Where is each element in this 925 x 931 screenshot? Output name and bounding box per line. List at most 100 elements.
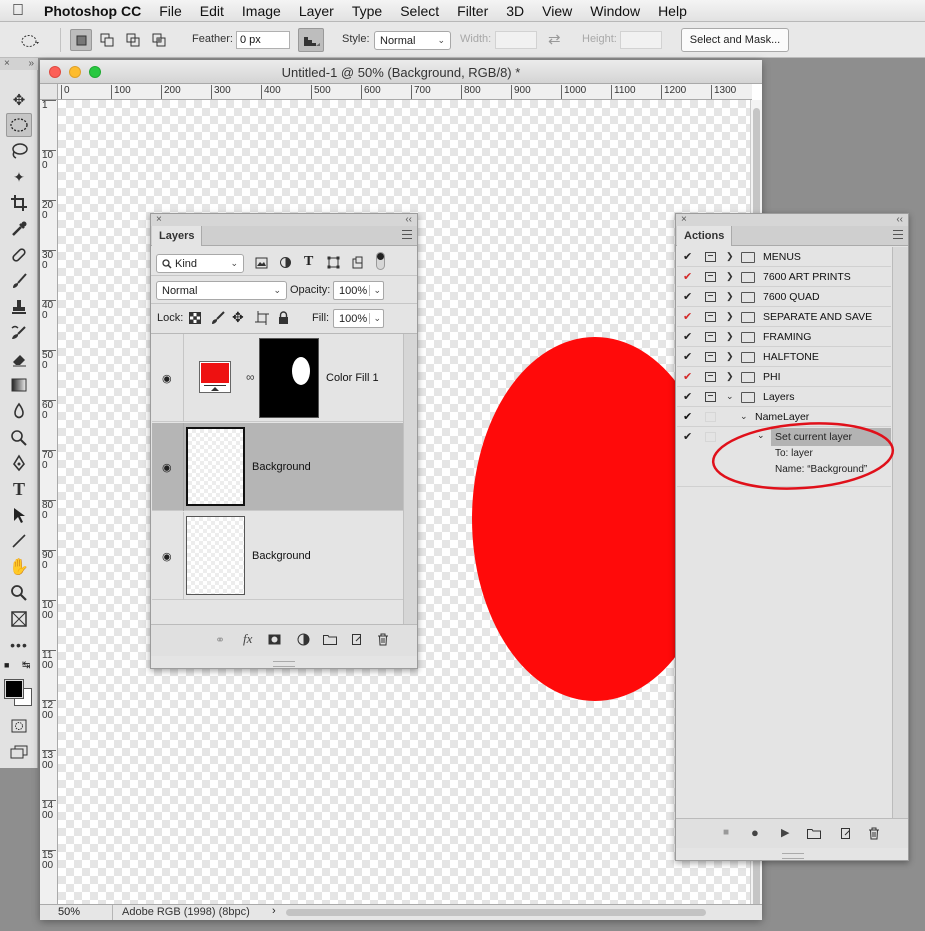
zoom-tool[interactable] (6, 581, 32, 605)
quick-mask-button[interactable] (6, 714, 32, 738)
dialog-toggle-icon[interactable] (705, 372, 716, 382)
eye-icon[interactable]: ◉ (162, 461, 172, 474)
move-tool[interactable]: ✥ (6, 88, 32, 112)
swap-colors-icon[interactable]: ↹ (22, 660, 30, 671)
layers-scrollbar[interactable] (403, 334, 417, 634)
new-selection-button[interactable] (70, 29, 92, 51)
crop-tool[interactable] (6, 191, 32, 215)
fx-icon[interactable]: fx (243, 631, 252, 647)
type-tool[interactable]: T (6, 477, 32, 501)
dialog-toggle-icon[interactable] (705, 412, 716, 422)
filter-toggle[interactable] (376, 252, 385, 270)
chain-link-icon[interactable]: ∞ (246, 370, 255, 384)
layer-name[interactable]: Background (252, 461, 311, 473)
new-action-icon[interactable] (839, 827, 852, 840)
layer-row[interactable]: ◉ ∞ Color Fill 1 (152, 334, 403, 422)
layer-row[interactable]: ◉ Background (152, 423, 403, 511)
collapse-icon[interactable]: ‹‹ (896, 214, 903, 225)
trash-icon[interactable] (377, 633, 389, 646)
check-icon[interactable]: ✔ (683, 430, 692, 443)
dialog-toggle-icon[interactable] (705, 392, 716, 402)
style-select[interactable]: Normal ⌄ (374, 31, 451, 50)
new-layer-icon[interactable] (350, 633, 363, 646)
chevron-right-icon[interactable]: ❯ (726, 371, 734, 382)
dialog-toggle-icon[interactable] (705, 272, 716, 282)
anti-alias-button[interactable] (298, 28, 324, 52)
dodge-tool[interactable] (6, 425, 32, 449)
blend-mode-select[interactable]: Normal ⌄ (156, 281, 287, 300)
actions-scrollbar[interactable] (892, 247, 908, 831)
resize-grip[interactable] (273, 661, 295, 667)
chevron-right-icon[interactable]: ❯ (726, 311, 734, 322)
resize-grip[interactable] (782, 853, 804, 859)
check-icon[interactable]: ✔ (683, 370, 692, 383)
action-set-row[interactable]: ✔ ❯ 7600 QUAD (677, 287, 891, 307)
menu-window[interactable]: Window (581, 3, 649, 19)
layer-row[interactable]: ◉ Background (152, 512, 403, 600)
pixel-layer-filter-icon[interactable] (255, 257, 268, 269)
lasso-tool[interactable] (6, 139, 32, 163)
chevron-down-icon[interactable]: ⌄ (757, 430, 765, 441)
healing-brush-tool[interactable] (6, 243, 32, 267)
smart-object-filter-icon[interactable] (351, 256, 364, 269)
action-set-row[interactable]: ✔ ❯ SEPARATE AND SAVE (677, 307, 891, 327)
menu-select[interactable]: Select (391, 3, 448, 19)
dialog-toggle-icon[interactable] (705, 432, 716, 442)
chevron-right-icon[interactable]: ❯ (726, 251, 734, 262)
link-layers-icon[interactable]: ⚭ (215, 633, 225, 647)
action-row[interactable]: ✔ ⌄ NameLayer (677, 407, 891, 427)
record-icon[interactable]: ● (751, 825, 759, 840)
chevron-right-icon[interactable]: ❯ (726, 291, 734, 302)
default-colors-icon[interactable]: ■ (4, 660, 9, 670)
action-set-row[interactable]: ✔ ❯ FRAMING (677, 327, 891, 347)
menu-layer[interactable]: Layer (290, 3, 343, 19)
layer-mask-thumbnail[interactable] (259, 338, 319, 418)
menu-edit[interactable]: Edit (191, 3, 233, 19)
fill-input[interactable]: 100% ⌄ (333, 309, 384, 328)
menu-image[interactable]: Image (233, 3, 290, 19)
menu-help[interactable]: Help (649, 3, 696, 19)
check-icon[interactable]: ✔ (683, 250, 692, 263)
lock-position-icon[interactable]: ✥ (232, 309, 244, 326)
check-icon[interactable]: ✔ (683, 270, 692, 283)
pen-tool[interactable] (6, 451, 32, 475)
check-icon[interactable]: ✔ (683, 330, 692, 343)
ruler-origin[interactable] (40, 84, 58, 100)
eye-icon[interactable]: ◉ (162, 550, 172, 563)
close-icon[interactable]: × (681, 214, 687, 225)
close-icon[interactable]: × (4, 58, 10, 69)
chevron-right-icon[interactable]: ❯ (726, 331, 734, 342)
check-icon[interactable]: ✔ (683, 410, 692, 423)
screen-mode-button[interactable] (6, 740, 32, 764)
frame-tool[interactable] (6, 607, 32, 631)
type-layer-filter-icon[interactable]: T (304, 254, 313, 270)
select-and-mask-button[interactable]: Select and Mask... (681, 28, 789, 52)
brush-tool[interactable] (6, 269, 32, 293)
line-tool[interactable] (6, 529, 32, 553)
dialog-toggle-icon[interactable] (705, 252, 716, 262)
layer-filter-select[interactable]: Kind ⌄ (156, 254, 244, 273)
stop-icon[interactable]: ■ (723, 827, 729, 838)
trash-icon[interactable] (868, 827, 880, 840)
action-set-row[interactable]: ✔ ❯ 7600 ART PRINTS (677, 267, 891, 287)
more-tools-button[interactable]: ••• (6, 633, 32, 657)
clone-stamp-tool[interactable] (6, 295, 32, 319)
blur-tool[interactable] (6, 399, 32, 423)
panel-menu-icon[interactable] (402, 230, 412, 239)
chevron-right-icon[interactable]: › (272, 905, 276, 917)
lock-pixels-brush-icon[interactable] (211, 311, 225, 325)
collapse-icon[interactable]: » (28, 58, 34, 69)
menu-3d[interactable]: 3D (497, 3, 533, 19)
horizontal-scrollbar[interactable] (286, 909, 706, 916)
action-step-block[interactable]: ✔ ⌄ Set current layer To: layer Name: “B… (677, 427, 891, 487)
menu-type[interactable]: Type (343, 3, 391, 19)
menu-file[interactable]: File (150, 3, 191, 19)
close-icon[interactable]: × (156, 214, 162, 225)
collapse-icon[interactable]: ‹‹ (405, 214, 412, 225)
tab-actions[interactable]: Actions (677, 226, 733, 246)
layer-name[interactable]: Color Fill 1 (326, 372, 379, 384)
swap-width-height-icon[interactable]: ⇄ (548, 30, 561, 48)
eye-icon[interactable]: ◉ (162, 372, 172, 385)
add-selection-button[interactable] (96, 29, 118, 51)
fill-layer-thumbnail[interactable] (199, 361, 231, 393)
